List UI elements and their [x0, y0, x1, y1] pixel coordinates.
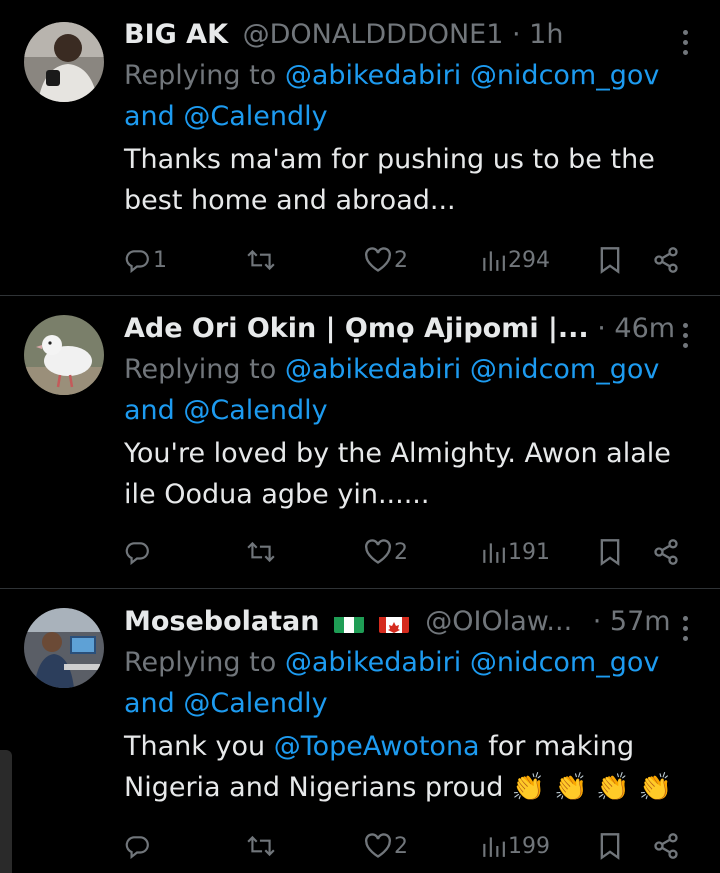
more-icon[interactable]	[680, 25, 690, 61]
retweet-button[interactable]	[246, 532, 276, 572]
bookmark-icon	[600, 247, 620, 274]
retweet-button[interactable]	[246, 240, 276, 280]
mention-link[interactable]: @abikedabiri	[285, 647, 461, 678]
tweet[interactable]: Ade Ori Okin | Ọmọ Ajipomi |... · 46m Re…	[0, 296, 720, 588]
reply-button[interactable]: 1	[124, 240, 167, 280]
retweet-icon	[247, 249, 275, 271]
views-button[interactable]: 294	[480, 240, 550, 280]
bookmark-button[interactable]	[598, 532, 622, 572]
mention-link[interactable]: @TopeAwotona	[274, 731, 480, 762]
timestamp[interactable]: 57m	[610, 606, 671, 637]
reply-icon	[125, 250, 149, 273]
tweet[interactable]: Mosebolatan @OIOlaw... · 57m Replying to…	[0, 589, 720, 873]
action-bar: 2 199	[124, 826, 704, 866]
views-icon	[483, 543, 505, 563]
avatar[interactable]	[24, 608, 104, 688]
mention-link[interactable]: @nidcom_gov	[470, 60, 660, 91]
timestamp[interactable]: 1h	[529, 19, 563, 50]
mention-link[interactable]: @abikedabiri	[285, 60, 461, 91]
view-count: 199	[508, 833, 550, 859]
mention-link[interactable]: @nidcom_gov	[470, 647, 660, 678]
timestamp[interactable]: 46m	[614, 313, 675, 344]
more-icon[interactable]	[680, 318, 690, 354]
reply-icon	[125, 836, 149, 859]
tweet-text: Thank you @TopeAwotona for making Nigeri…	[124, 731, 673, 803]
replying-to: Replying to @abikedabiri @nidcom_gov and…	[124, 354, 660, 426]
share-button[interactable]	[652, 240, 680, 280]
avatar[interactable]	[24, 22, 104, 102]
mention-link[interactable]: @Calendly	[183, 688, 327, 719]
like-icon	[365, 833, 391, 858]
scrollbar[interactable]	[0, 750, 12, 873]
bookmark-icon	[600, 539, 620, 566]
author-handle[interactable]: @OIOlaw...	[425, 606, 572, 637]
share-button[interactable]	[652, 532, 680, 572]
mention-link[interactable]: @abikedabiri	[285, 354, 461, 385]
mention-link[interactable]: @Calendly	[183, 101, 327, 132]
bookmark-button[interactable]	[598, 826, 622, 866]
like-count: 2	[394, 247, 408, 273]
views-icon	[483, 837, 505, 857]
view-count: 191	[508, 539, 550, 565]
reply-button[interactable]	[124, 532, 150, 572]
share-button[interactable]	[652, 826, 680, 866]
retweet-button[interactable]	[246, 826, 276, 866]
canada-flag-icon	[378, 611, 409, 633]
share-icon	[654, 247, 678, 273]
action-bar: 2 191	[124, 532, 704, 572]
author-name[interactable]: BIG AK	[124, 19, 228, 50]
replying-to: Replying to @abikedabiri @nidcom_gov and…	[124, 647, 660, 719]
author-handle[interactable]: @DONALDDDONE1	[243, 19, 504, 50]
share-icon	[654, 833, 678, 859]
more-icon[interactable]	[680, 611, 690, 647]
author-name[interactable]: Ade Ori Okin | Ọmọ Ajipomi |...	[124, 313, 589, 344]
replying-to: Replying to @abikedabiri @nidcom_gov and…	[124, 60, 660, 132]
retweet-icon	[247, 835, 275, 857]
clapping-hands-emoji: 👏 👏 👏 👏	[511, 772, 673, 803]
view-count: 294	[508, 247, 550, 273]
views-button[interactable]: 199	[480, 826, 550, 866]
like-button[interactable]: 2	[364, 532, 408, 572]
like-count: 2	[394, 833, 408, 859]
nigeria-flag-icon	[334, 611, 365, 633]
like-button[interactable]: 2	[364, 240, 408, 280]
tweet[interactable]: BIG AK @DONALDDDONE1 · 1h Replying to @a…	[0, 0, 720, 295]
avatar[interactable]	[24, 315, 104, 395]
author-name[interactable]: Mosebolatan	[124, 606, 320, 637]
share-icon	[654, 539, 678, 565]
reply-count: 1	[153, 247, 167, 273]
like-button[interactable]: 2	[364, 826, 408, 866]
reply-icon	[125, 542, 149, 565]
retweet-icon	[247, 541, 275, 563]
tweet-text: You're loved by the Almighty. Awon alale…	[124, 438, 671, 510]
action-bar: 1 2 294	[124, 240, 704, 280]
mention-link[interactable]: @Calendly	[183, 395, 327, 426]
views-button[interactable]: 191	[480, 532, 550, 572]
like-icon	[365, 539, 391, 564]
reply-button[interactable]	[124, 826, 150, 866]
like-count: 2	[394, 539, 408, 565]
bookmark-icon	[600, 833, 620, 860]
views-icon	[483, 251, 505, 271]
bookmark-button[interactable]	[598, 240, 622, 280]
mention-link[interactable]: @nidcom_gov	[470, 354, 660, 385]
tweet-text: Thanks ma'am for pushing us to be the be…	[124, 144, 655, 216]
like-icon	[365, 247, 391, 272]
